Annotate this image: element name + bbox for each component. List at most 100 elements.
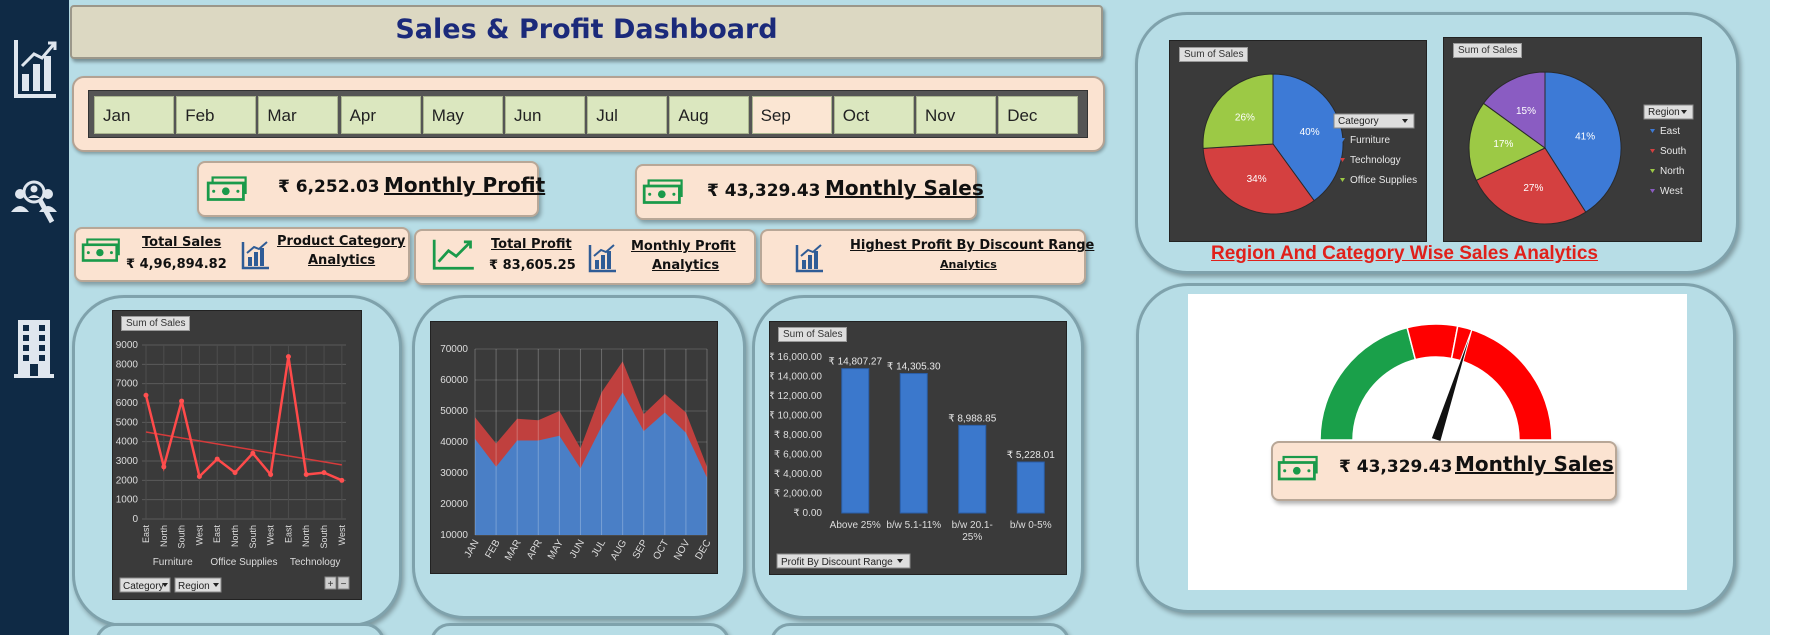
y-tick-label: 5000 — [116, 417, 139, 428]
bar-chart-icon — [794, 241, 826, 275]
month-jan[interactable]: Jan — [94, 96, 174, 134]
cash-icon — [642, 178, 686, 205]
discount-card[interactable]: Highest Profit By Discount Range Analyti… — [760, 229, 1094, 285]
bar — [841, 368, 870, 514]
x-tick-label: West — [266, 525, 276, 546]
legend-entry: Office Supplies — [1350, 175, 1417, 186]
month-nov[interactable]: Nov — [916, 96, 996, 134]
x-tick-label: East — [212, 525, 222, 544]
month-sep[interactable]: Sep — [751, 96, 832, 134]
x-tick-label: East — [283, 525, 293, 544]
chart-icon[interactable] — [10, 36, 58, 100]
total-sales-card[interactable]: Total Sales ₹ 4,96,894.82 Product Catego… — [74, 227, 410, 282]
data-point — [161, 464, 167, 470]
data-point — [303, 472, 309, 478]
discount-link-line2[interactable]: Analytics — [940, 258, 997, 271]
total-sales-label: Total Sales — [142, 235, 222, 250]
trendline — [145, 431, 342, 466]
filter-label: Region — [178, 581, 210, 592]
monthly-sales-value: ₹ 43,329.43 — [707, 181, 821, 201]
line-plot: 0 1000 2000 3000 4000 5000 6000 7000 8000 9000 Eas… — [116, 340, 350, 593]
month-mar[interactable]: Mar — [258, 96, 339, 134]
monthly-profit-label: Monthly Profit — [384, 173, 546, 197]
y-tick-label: 3000 — [116, 456, 139, 467]
month-apr[interactable]: Apr — [340, 96, 421, 134]
y-tick-label: 7000 — [116, 379, 139, 390]
x-tick-label: South — [177, 525, 187, 549]
data-point — [268, 472, 274, 478]
y-tick-label: 2000 — [116, 475, 139, 486]
x-tick-label: APR — [525, 538, 545, 561]
pie-slice — [1202, 73, 1274, 149]
gauge-segment-green — [1319, 326, 1417, 441]
cash-icon — [1277, 454, 1321, 482]
monthly-profit-link-line2[interactable]: Analytics — [652, 258, 719, 273]
bar-chart-icon — [240, 238, 272, 272]
data-point — [321, 470, 327, 476]
slice-label: 34% — [1247, 174, 1267, 185]
product-category-link-line2[interactable]: Analytics — [308, 253, 375, 268]
region-category-caption: Region And Category Wise Sales Analytics — [1211, 243, 1598, 264]
y-tick-label: 9000 — [116, 340, 139, 351]
slice-label: 40% — [1300, 127, 1320, 138]
y-tick-label: 1000 — [116, 495, 139, 506]
x-tick-label: JAN — [463, 538, 482, 560]
pie-plot: 41% 27% 17% 15% Region East South North West — [1468, 71, 1694, 225]
y-tick-label: 30000 — [440, 468, 468, 479]
y-tick-label: 8000 — [116, 359, 139, 370]
product-category-link[interactable]: Product Category — [277, 234, 405, 249]
month-slicer-frame: Jan Feb Mar Apr May Jun Jul Aug Sep Oct Nov Dec — [72, 76, 1105, 152]
total-sales-value: ₹ 4,96,894.82 — [126, 257, 227, 272]
page-title: Sales & Profit Dashboard — [395, 14, 778, 45]
month-may[interactable]: May — [422, 96, 503, 134]
monthly-sales-card: ₹ 43,329.43 Monthly Sales — [635, 164, 984, 220]
group-label: Office Supplies — [210, 557, 277, 568]
x-tick-label: JUL — [590, 538, 609, 559]
data-label: ₹ 8,988.85 — [948, 413, 997, 424]
month-feb[interactable]: Feb — [176, 96, 257, 134]
monthly-profit-link[interactable]: Monthly Profit — [631, 239, 736, 254]
slice-label: 15% — [1516, 106, 1536, 117]
y-tick-label: ₹ 4,000.00 — [774, 469, 823, 480]
monthly-profit-value: ₹ 6,252.03 — [278, 177, 380, 197]
gauge-sales-value: ₹ 43,329.43 — [1339, 457, 1453, 477]
legend-entry: Furniture — [1350, 135, 1390, 146]
bar — [1016, 461, 1045, 514]
panel-edge — [430, 623, 730, 635]
zoom-label: − — [341, 579, 347, 590]
y-tick-label: ₹ 8,000.00 — [774, 430, 823, 441]
month-jul[interactable]: Jul — [587, 96, 668, 134]
y-tick-label: ₹ 2,000.00 — [774, 489, 823, 500]
total-profit-card[interactable]: Total Profit ₹ 83,605.25 Monthly Profit … — [414, 229, 756, 285]
bar — [958, 424, 987, 514]
x-tick-label: b/w 0-5% — [1010, 520, 1052, 531]
legend-marker — [1650, 169, 1655, 173]
y-tick-label: 10000 — [440, 530, 468, 541]
people-search-icon[interactable] — [10, 170, 58, 234]
y-tick-label: 4000 — [116, 437, 139, 448]
x-tick-label: b/w 5.1-11% — [886, 520, 941, 531]
filter-label: Profit By Discount Range — [781, 557, 893, 568]
legend-marker — [1650, 149, 1655, 153]
x-tick-label: b/w 20.1- — [952, 520, 993, 531]
total-profit-label: Total Profit — [491, 237, 572, 252]
y-tick-label: ₹ 16,000.00 — [770, 352, 822, 363]
data-point — [339, 477, 345, 483]
series-line — [144, 356, 343, 482]
discount-link[interactable]: Highest Profit By Discount Range — [850, 238, 1094, 253]
month-dec[interactable]: Dec — [998, 96, 1079, 134]
month-oct[interactable]: Oct — [833, 96, 914, 134]
dashboard-title-box: Sales & Profit Dashboard — [70, 5, 1103, 59]
slice-label: 27% — [1523, 183, 1543, 194]
legend-marker — [1340, 178, 1345, 182]
x-tick-label: North — [230, 525, 240, 547]
y-tick-label: ₹ 14,000.00 — [770, 372, 822, 383]
month-slicer: Jan Feb Mar Apr May Jun Jul Aug Sep Oct Nov Dec — [88, 90, 1088, 138]
region-pie-chart: Sum of Sales 41% 27% 17% 15% Region East South… — [1443, 37, 1702, 242]
y-tick-label: 6000 — [116, 398, 139, 409]
legend-entry: Technology — [1350, 155, 1401, 166]
x-tick-label: OCT — [651, 538, 671, 562]
building-icon[interactable] — [10, 316, 58, 380]
month-jun[interactable]: Jun — [505, 96, 585, 134]
month-aug[interactable]: Aug — [669, 96, 750, 134]
